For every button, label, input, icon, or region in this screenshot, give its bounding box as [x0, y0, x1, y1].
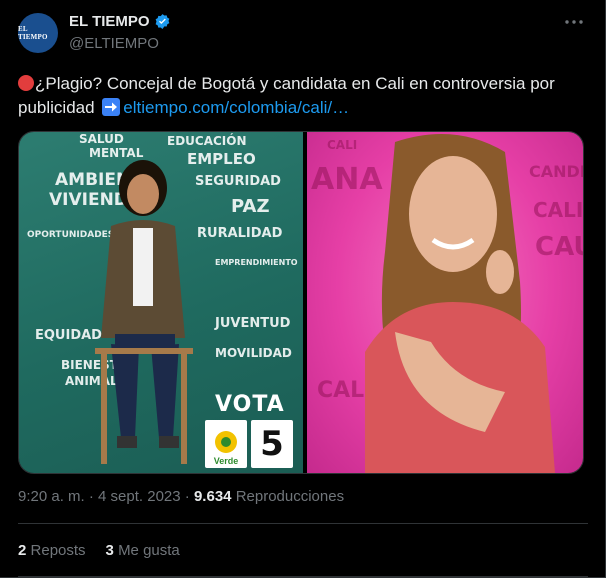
tweet-date[interactable]: 4 sept. 2023 [98, 488, 181, 505]
green-party-logo: Verde [205, 420, 247, 468]
tweet-time[interactable]: 9:20 a. m. [18, 488, 85, 505]
poster-word: EMPRENDIMIENTO [215, 258, 298, 267]
poster-word: JUVENTUD [215, 316, 291, 331]
candidate-figure [95, 160, 193, 464]
reposts-count: 2 [18, 542, 27, 559]
account-name-text: EL TIEMPO [69, 13, 150, 30]
poster-word: MOVILIDAD [215, 346, 292, 360]
campaign-poster-left: SALUD MENTAL EDUCACIÓN EMPLEO AMBIENTE V… [19, 132, 303, 473]
poster-word: SEGURIDAD [195, 174, 281, 189]
article-link[interactable]: eltiempo.com/colombia/cali/… [123, 98, 349, 117]
ballot-number: 5 [260, 424, 284, 464]
more-options-icon[interactable] [562, 12, 586, 32]
poster-word: RURALIDAD [197, 226, 283, 241]
sunflower-icon [215, 431, 237, 453]
reposts-label: Reposts [30, 542, 86, 559]
avatar[interactable]: EL TIEMPO [18, 13, 58, 53]
poster-word: SALUD [79, 132, 124, 146]
poster-word: EDUCACIÓN [167, 134, 247, 148]
campaign-poster-right: ANA CALI CALI CANDI CALI CAU [307, 132, 583, 473]
account-name[interactable]: EL TIEMPO [69, 13, 171, 30]
right-arrow-emoji-icon [102, 98, 121, 116]
verified-badge-icon [155, 14, 169, 29]
likes-count: 3 [105, 542, 114, 559]
account-handle[interactable]: @ELTIEMPO [69, 35, 159, 52]
reposts-stat[interactable]: 2 Reposts [18, 542, 86, 559]
avatar-logo-text: EL TIEMPO [18, 25, 48, 41]
green-party-text: Verde [213, 456, 239, 466]
likes-label: Me gusta [118, 542, 180, 559]
red-circle-emoji-icon [18, 75, 34, 91]
likes-stat[interactable]: 3 Me gusta [106, 542, 180, 559]
engagement-stats: 2 Reposts 3 Me gusta [18, 542, 180, 559]
vote-label: VOTA [215, 392, 285, 417]
divider [18, 523, 588, 524]
meta-separator: · [184, 488, 190, 505]
tweet-card: EL TIEMPO EL TIEMPO @ELTIEMPO ¿Plagio? C… [0, 0, 606, 578]
tweet-text: ¿Plagio? Concejal de Bogotá y candidata … [18, 72, 588, 120]
candidate-photo [365, 134, 555, 473]
ballot-number-box: 5 [251, 420, 293, 468]
meta-separator: · [88, 488, 94, 505]
poster-word: PAZ [231, 196, 270, 217]
views-count: 9.634 [193, 488, 232, 505]
tweet-meta: 9:20 a. m. · 4 sept. 2023 · 9.634 Reprod… [18, 488, 344, 505]
views-label: Reproducciones [235, 488, 345, 505]
tweet-media[interactable]: SALUD MENTAL EDUCACIÓN EMPLEO AMBIENTE V… [18, 131, 584, 474]
divider [18, 576, 588, 577]
